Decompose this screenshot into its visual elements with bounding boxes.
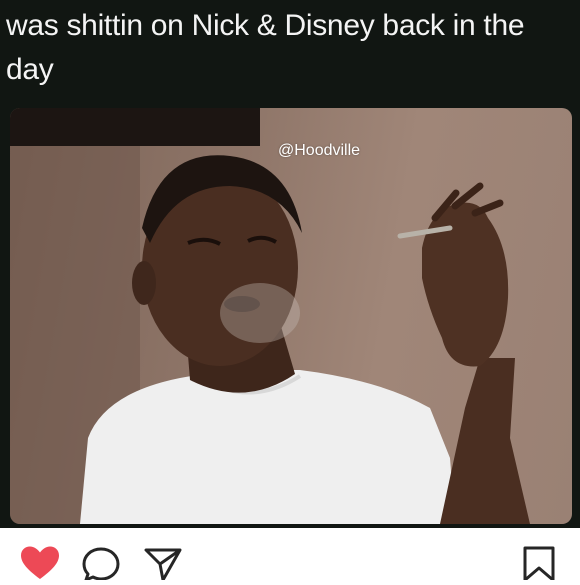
dark-shelf [10, 108, 260, 146]
watermark: @Hoodville [278, 142, 361, 159]
speech-bubble-icon[interactable] [81, 546, 121, 582]
meme-caption: was shittin on Nick & Disney back in the… [6, 9, 525, 86]
paper-plane-outline [144, 548, 182, 582]
heart-icon[interactable] [20, 546, 60, 580]
heart-shape [21, 546, 59, 579]
smoke [220, 283, 300, 343]
bookmark-outline [523, 546, 555, 582]
hand [422, 202, 509, 367]
raised-arm [440, 358, 530, 524]
meme-photo: @Hoodville [10, 108, 572, 524]
meme-photo-illustration [10, 108, 530, 524]
ear [132, 261, 156, 305]
paper-plane-icon[interactable] [143, 546, 183, 582]
speech-bubble-icon-graphic [82, 547, 120, 582]
bookmark-icon[interactable] [519, 546, 559, 582]
paper-plane-icon-graphic [144, 548, 182, 582]
post-media: was shittin on Nick & Disney back in the… [0, 0, 580, 528]
post-action-bar [0, 528, 580, 582]
heart-icon-graphic [21, 546, 59, 579]
white-shirt [80, 370, 455, 524]
bookmark-icon-graphic [523, 546, 555, 582]
speech-bubble-outline [82, 547, 120, 582]
